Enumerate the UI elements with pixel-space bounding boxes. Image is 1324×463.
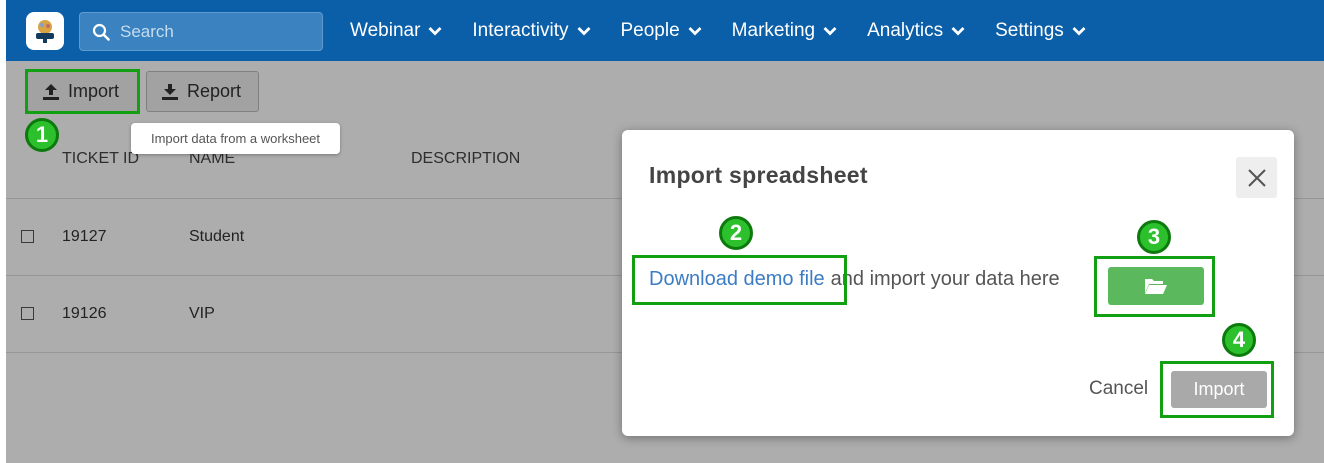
top-navigation-bar: Search Webinar Interactivity People Mark… [6, 0, 1324, 61]
highlight-file-button [1094, 256, 1215, 317]
instruction-text: and import your data here [830, 268, 1060, 290]
import-tooltip: Import data from a worksheet [131, 123, 340, 154]
app-logo[interactable] [26, 12, 64, 50]
nav-item-label: Settings [995, 19, 1064, 41]
close-button[interactable] [1236, 157, 1277, 198]
dialog-title: Import spreadsheet [649, 162, 868, 188]
cancel-button[interactable]: Cancel [1089, 378, 1148, 400]
main-menu: Webinar Interactivity People Marketing A… [350, 0, 1116, 61]
chevron-down-icon [428, 26, 442, 36]
highlight-import-button [1160, 361, 1274, 418]
chevron-down-icon [823, 26, 837, 36]
chevron-down-icon [951, 26, 965, 36]
search-input[interactable]: Search [120, 22, 174, 42]
nav-item-label: Marketing [731, 19, 816, 41]
search-box[interactable]: Search [79, 12, 323, 51]
step-badge-3: 3 [1137, 220, 1171, 254]
nav-item-label: Webinar [350, 19, 421, 41]
nav-item-webinar[interactable]: Webinar [350, 20, 442, 42]
highlight-import-toolbar [25, 69, 140, 114]
nav-item-label: People [620, 19, 680, 41]
nav-item-interactivity[interactable]: Interactivity [472, 20, 590, 42]
logo-icon [36, 20, 54, 43]
highlight-download-link [632, 255, 847, 305]
chevron-down-icon [1072, 26, 1086, 36]
nav-item-analytics[interactable]: Analytics [867, 20, 965, 42]
step-badge-1: 1 [25, 118, 59, 152]
step-badge-2: 2 [719, 216, 753, 250]
close-icon [1247, 168, 1266, 187]
search-icon [92, 23, 110, 41]
nav-item-settings[interactable]: Settings [995, 20, 1086, 42]
nav-item-label: Interactivity [472, 19, 569, 41]
step-badge-4: 4 [1222, 323, 1256, 357]
chevron-down-icon [577, 26, 591, 36]
chevron-down-icon [688, 26, 702, 36]
nav-item-marketing[interactable]: Marketing [732, 20, 837, 42]
nav-item-people[interactable]: People [621, 20, 702, 42]
nav-item-label: Analytics [867, 19, 944, 41]
